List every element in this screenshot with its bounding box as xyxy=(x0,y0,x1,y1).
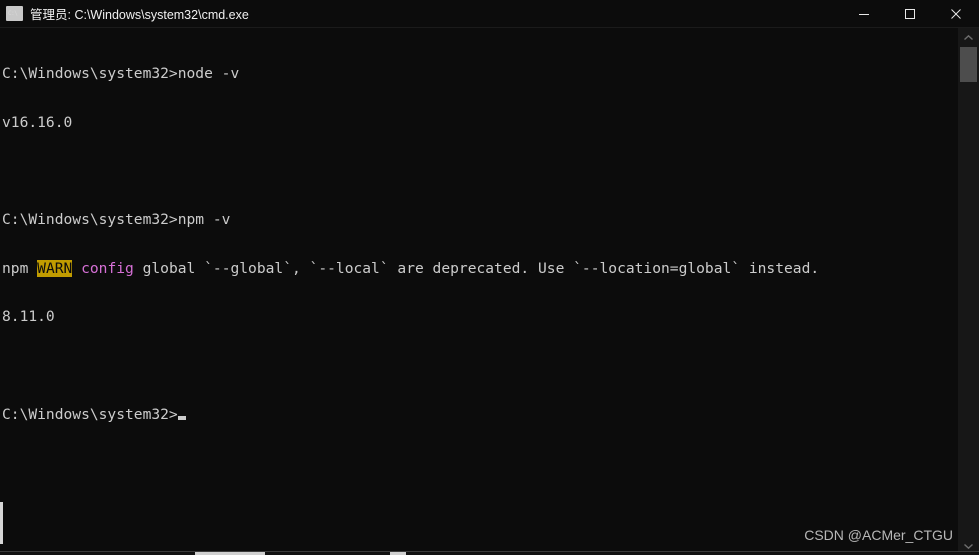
console-output-area[interactable]: C:\Windows\system32>node -v v16.16.0 C:\… xyxy=(0,28,958,555)
title-bar[interactable]: 管理员: C:\Windows\system32\cmd.exe xyxy=(0,0,979,28)
terminal-line: C:\Windows\system32>npm -v xyxy=(2,211,231,229)
window-title: 管理员: C:\Windows\system32\cmd.exe xyxy=(30,8,249,22)
text-cursor xyxy=(177,415,186,420)
npm-prefix: npm xyxy=(2,259,38,277)
terminal-line: C:\Windows\system32>node -v xyxy=(2,65,240,83)
terminal-line: 8.11.0 xyxy=(2,308,55,326)
terminal-prompt-line: C:\Windows\system32> xyxy=(2,405,958,423)
maximize-icon xyxy=(905,8,915,19)
scrollbar-track[interactable] xyxy=(958,47,979,536)
warn-badge: WARN xyxy=(37,259,73,277)
scroll-up-button[interactable] xyxy=(958,28,979,47)
window-body: C:\Windows\system32>node -v v16.16.0 C:\… xyxy=(0,28,979,555)
terminal-line: v16.16.0 xyxy=(2,114,73,132)
terminal-line-warning: npm WARN config global `--global`, `--lo… xyxy=(2,259,958,277)
cmd-window: 管理员: C:\Windows\system32\cmd.exe C:\Wind… xyxy=(0,0,979,555)
warn-message: global `--global`, `--local` are depreca… xyxy=(133,259,820,277)
window-controls xyxy=(841,0,979,27)
cmd-console-icon xyxy=(6,6,23,21)
terminal-text: C:\Windows\system32>node -v v16.16.0 C:\… xyxy=(2,34,958,455)
minimize-button[interactable] xyxy=(841,0,887,27)
close-button[interactable] xyxy=(933,0,979,27)
maximize-button[interactable] xyxy=(887,0,933,27)
chevron-down-icon xyxy=(964,543,973,549)
title-bar-left: 管理员: C:\Windows\system32\cmd.exe xyxy=(0,4,841,23)
chevron-up-icon xyxy=(964,34,973,40)
window-bottom-border xyxy=(0,551,979,555)
scrollbar-thumb[interactable] xyxy=(960,47,977,82)
warn-spacer xyxy=(72,260,81,277)
selection-strip xyxy=(0,502,3,544)
minimize-icon xyxy=(859,13,869,15)
close-icon xyxy=(951,8,961,19)
prompt-text: C:\Windows\system32> xyxy=(2,405,178,423)
vertical-scrollbar[interactable] xyxy=(958,28,979,555)
config-keyword: config xyxy=(81,259,134,277)
